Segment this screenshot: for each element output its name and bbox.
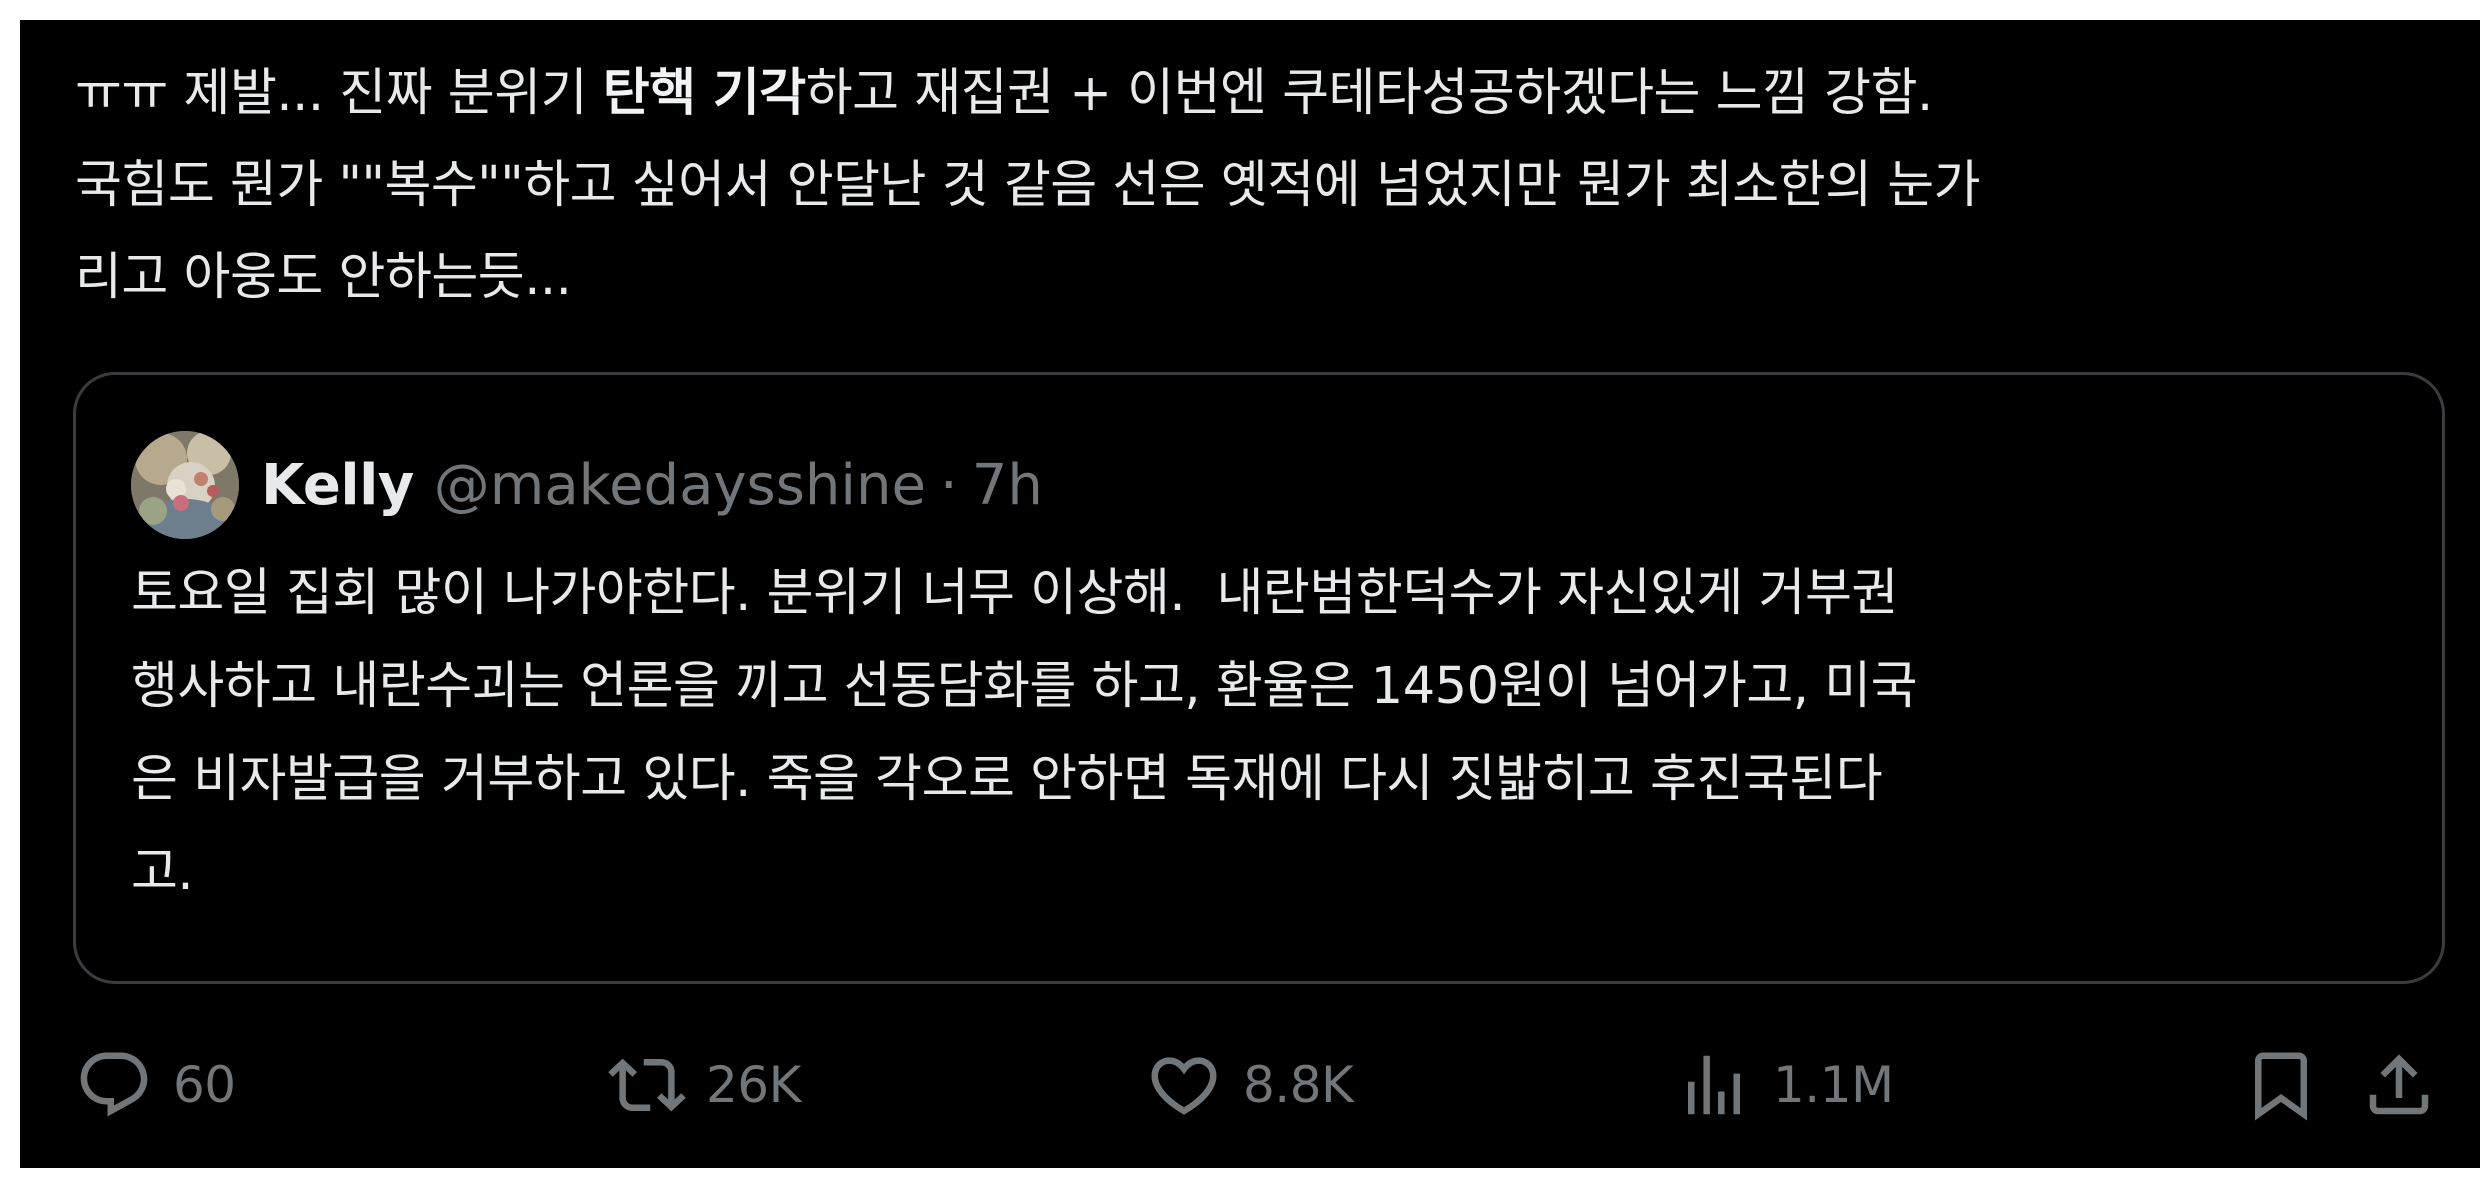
quoted-tweet-header: Kelly @makedaysshine · 7h [131, 430, 1043, 540]
bookmark-icon [2255, 1052, 2307, 1121]
tweet-line: 리고 아웅도 안하는듯... [75, 232, 2445, 324]
repost-icon [608, 1058, 686, 1112]
views-button[interactable]: 1.1M [1675, 1040, 1894, 1130]
quoted-timestamp[interactable]: 7h [972, 453, 1043, 518]
reply-count: 60 [173, 1056, 236, 1114]
quoted-tweet-body: 토요일 집회 많이 나가야한다. 분위기 너무 이상해. 내란범한덕수가 자신있… [131, 547, 2391, 919]
separator-dot: · [939, 452, 958, 518]
tweet-text-segment: 하고 재집권 + 이번엔 쿠테타성공하겠다는 느낌 강함. [805, 64, 1934, 123]
quoted-line: 행사하고 내란수괴는 언론을 끼고 선동담화를 하고, 환율은 1450원이 넘… [131, 657, 1918, 716]
tweet-line: 국힘도 뭔가 ""복수""하고 싶어서 안달난 것 같음 선은 옛적에 넘었지만… [75, 140, 2445, 232]
tweet-line: ㅠㅠ 제발... 진짜 분위기 탄핵 기각하고 재집권 + 이번엔 쿠테타성공하… [75, 48, 2445, 140]
views-icon [1688, 1055, 1740, 1115]
quoted-author-name[interactable]: Kelly [261, 453, 414, 518]
like-button[interactable]: 8.8K [1145, 1040, 1354, 1130]
reply-icon [80, 1052, 148, 1117]
reply-button[interactable]: 60 [75, 1040, 236, 1130]
avatar[interactable] [131, 431, 239, 539]
bookmark-button[interactable] [2242, 1040, 2320, 1130]
tweet-container: ㅠㅠ 제발... 진짜 분위기 탄핵 기각하고 재집권 + 이번엔 쿠테타성공하… [20, 20, 2480, 1168]
action-bar: 60 26K 8.8K 1.1M [20, 1040, 2480, 1130]
avatar-image [131, 431, 239, 539]
tweet-text-segment: ㅠㅠ 제발... 진짜 분위기 [75, 64, 603, 123]
tweet-body: ㅠㅠ 제발... 진짜 분위기 탄핵 기각하고 재집권 + 이번엔 쿠테타성공하… [75, 48, 2445, 324]
like-count: 8.8K [1243, 1056, 1354, 1114]
repost-button[interactable]: 26K [608, 1040, 801, 1130]
tweet-text-segment: 국힘도 뭔가 ""복수""하고 싶어서 안달난 것 같음 선은 옛적에 넘었지만… [75, 156, 1981, 215]
share-icon [2369, 1054, 2429, 1115]
tweet-text-bold-segment: 탄핵 기각 [602, 64, 806, 123]
repost-count: 26K [706, 1056, 801, 1114]
views-count: 1.1M [1773, 1056, 1894, 1114]
quoted-author-handle[interactable]: @makedaysshine [434, 453, 926, 518]
quoted-line: 고. [131, 843, 194, 902]
quoted-line: 은 비자발급을 거부하고 있다. 죽을 각오로 안하면 독재에 다시 짓밟히고 … [131, 750, 1883, 809]
heart-icon [1151, 1057, 1217, 1115]
share-button[interactable] [2360, 1040, 2438, 1130]
tweet-text-segment: 리고 아웅도 안하는듯... [75, 248, 572, 307]
quoted-line: 토요일 집회 많이 나가야한다. 분위기 너무 이상해. 내란범한덕수가 자신있… [131, 564, 1898, 623]
quoted-tweet-card[interactable]: Kelly @makedaysshine · 7h 토요일 집회 많이 나가야한… [73, 372, 2445, 984]
